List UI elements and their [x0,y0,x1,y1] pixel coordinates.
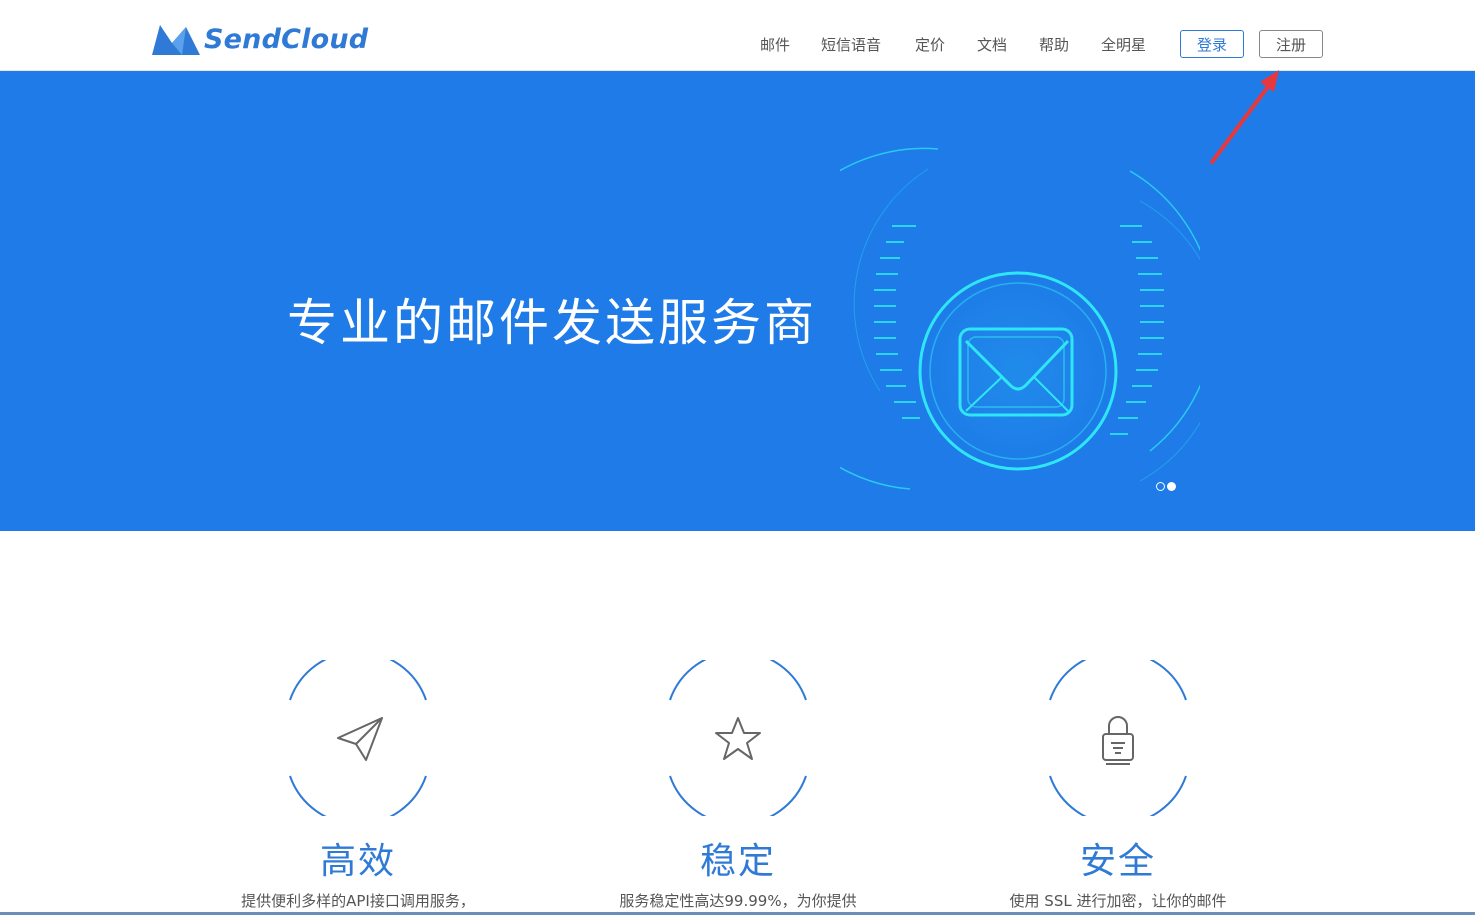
carousel-dot-1[interactable] [1156,482,1165,491]
logo-mark-icon [152,25,200,55]
feature-title: 稳定 [699,841,776,882]
lock-icon [1049,660,1187,816]
nav-item-sms-voice[interactable]: 短信语音 [821,34,881,55]
register-button[interactable]: 注册 [1259,30,1323,58]
envelope-icon [840,147,1200,490]
nav-item-mail[interactable]: 邮件 [760,34,790,55]
feature-desc: 提供便利多样的API接口调用服务， [241,892,475,910]
top-header: SendCloud 邮件 短信语音 定价 文档 帮助 全明星 登录 注册 [0,0,1475,71]
star-icon [669,660,807,816]
nav-item-pricing[interactable]: 定价 [915,34,945,55]
nav-item-all-stars[interactable]: 全明星 [1101,34,1146,55]
feature-desc: 服务稳定性高达99.99%，为你提供 [619,892,857,910]
login-button[interactable]: 登录 [1180,30,1244,58]
hero-title: 专业的邮件发送服务商 [287,293,817,352]
carousel-dots [1156,482,1176,491]
feature-title: 安全 [1079,841,1156,882]
feature-title: 高效 [319,841,396,882]
nav-item-help[interactable]: 帮助 [1039,34,1069,55]
logo-text: SendCloud [204,23,369,55]
feature-desc: 使用 SSL 进行加密，让你的邮件 [1009,892,1227,910]
paper-plane-icon [289,660,427,816]
carousel-dot-2[interactable] [1167,482,1176,491]
nav-item-docs[interactable]: 文档 [977,34,1007,55]
logo[interactable]: SendCloud [152,22,368,56]
hero-banner: 专业的邮件发送服务商 [0,71,1475,531]
